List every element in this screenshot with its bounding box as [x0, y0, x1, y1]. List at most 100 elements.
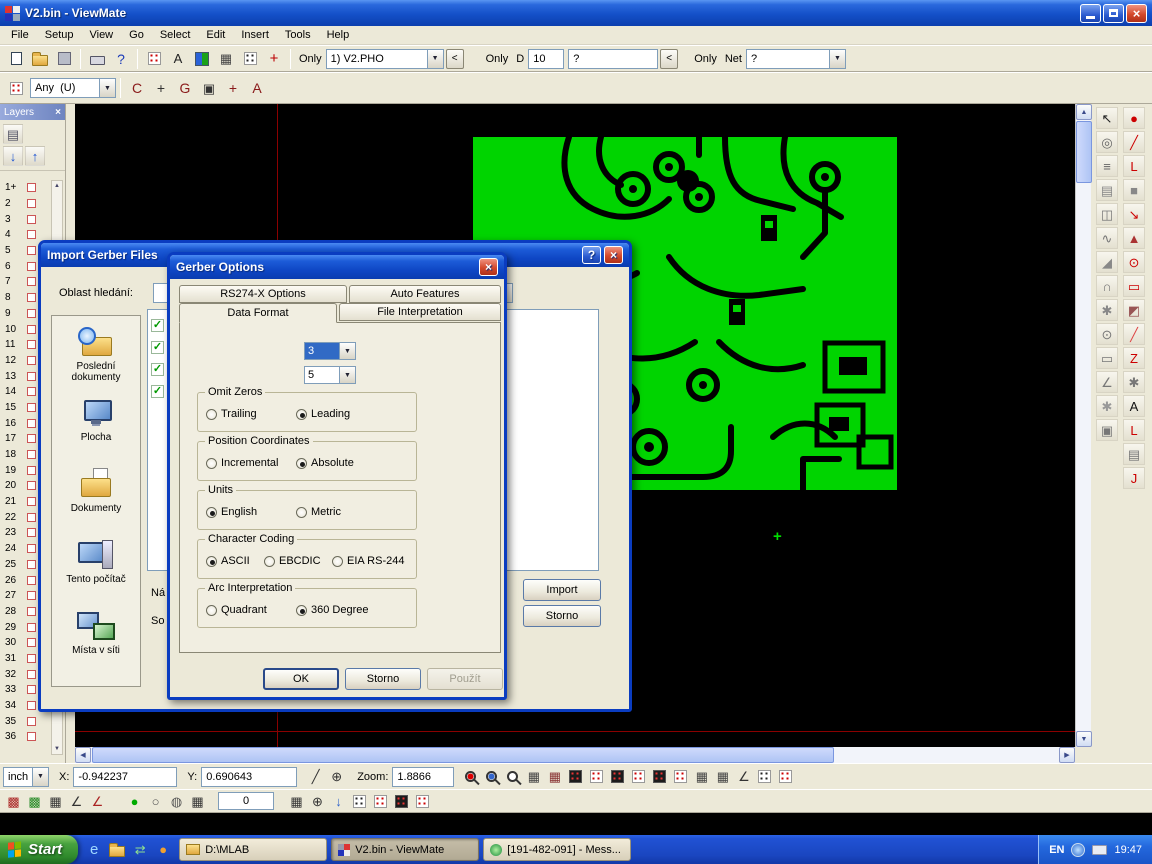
grid-a-icon[interactable]: ▦	[523, 766, 544, 787]
tab-auto-features[interactable]: Auto Features	[349, 285, 501, 303]
layer-checkbox[interactable]	[27, 654, 36, 663]
film-select-icon[interactable]	[4, 76, 28, 100]
grid-d-icon[interactable]: ▦	[712, 766, 733, 787]
layer-checkbox[interactable]	[27, 466, 36, 475]
l-shape-icon[interactable]: L	[1123, 419, 1145, 441]
layer-checkbox[interactable]	[27, 199, 36, 208]
film-pat1-icon[interactable]	[565, 766, 586, 787]
layer-checkbox[interactable]	[27, 717, 36, 726]
layer-checkbox[interactable]	[27, 215, 36, 224]
scroll-right-icon[interactable]: ▶	[1059, 747, 1075, 763]
menu-view[interactable]: View	[81, 27, 121, 43]
chevron-down-icon[interactable]: ▼	[829, 50, 845, 68]
close-button[interactable]: ×	[1126, 4, 1147, 23]
radio-label-ascii[interactable]: ASCII	[221, 555, 250, 567]
mirror-icon[interactable]: ▲	[1123, 227, 1145, 249]
layer-row-2[interactable]: 2	[0, 196, 52, 212]
a-select-icon[interactable]: A	[245, 76, 269, 100]
layer-checkbox[interactable]	[27, 277, 36, 286]
grid-c-icon[interactable]: ▦	[691, 766, 712, 787]
color-table-icon[interactable]: ▩	[3, 791, 24, 812]
only-dcode-label[interactable]: Only	[482, 53, 513, 65]
film-pat2-icon[interactable]	[586, 766, 607, 787]
thin-line-icon[interactable]: ╱	[1123, 323, 1145, 345]
y-coordinate-field[interactable]: 0.690643	[201, 767, 297, 787]
import-button[interactable]: Import	[523, 579, 601, 601]
save-icon[interactable]	[52, 47, 76, 71]
minimize-button[interactable]	[1080, 4, 1101, 23]
frame-icon[interactable]: ▭	[1123, 275, 1145, 297]
layer-row-36[interactable]: 36	[0, 729, 52, 745]
grid-snap-icon[interactable]: ▦	[214, 47, 238, 71]
sel-pat2-icon[interactable]	[370, 791, 391, 812]
taskbar-button-0[interactable]: D:\MLAB	[179, 838, 327, 861]
messenger-tray-icon[interactable]	[1071, 843, 1085, 857]
layer-checkbox[interactable]	[27, 513, 36, 522]
taskbar-button-1[interactable]: V2.bin - ViewMate	[331, 838, 479, 861]
radio-label-english[interactable]: English	[221, 506, 257, 518]
layer-checkbox[interactable]	[27, 293, 36, 302]
layer-checkbox[interactable]	[27, 325, 36, 334]
layer-checkbox[interactable]	[27, 246, 36, 255]
close-panel-icon[interactable]: ×	[55, 107, 61, 118]
add-corner-icon[interactable]: L	[1123, 155, 1145, 177]
gerber-dialog-titlebar[interactable]: Gerber Options ×	[170, 255, 504, 279]
chevron-down-icon[interactable]: ▼	[339, 343, 355, 359]
place-item-3[interactable]: Tento počítač	[52, 533, 140, 604]
scroll-up-icon[interactable]: ▲	[54, 181, 60, 191]
dcode-table-icon[interactable]	[142, 47, 166, 71]
target-tool-icon[interactable]: ⊙	[1096, 323, 1118, 345]
layer-row-1+[interactable]: 1+	[0, 180, 52, 196]
zoom-redraw-icon[interactable]	[460, 766, 481, 787]
vertical-scrollbar[interactable]: ▲ ▼	[1075, 104, 1091, 747]
radio-label-trailing[interactable]: Trailing	[221, 408, 257, 420]
radio-incremental[interactable]	[206, 458, 217, 469]
net-combo[interactable]: ? ▼	[746, 49, 846, 69]
layer-checkbox[interactable]	[27, 528, 36, 537]
taskbar-button-2[interactable]: [191-482-091] - Mess...	[483, 838, 631, 861]
radio-label-360-degree[interactable]: 360 Degree	[311, 604, 369, 616]
active-dcode-field[interactable]: 0	[218, 792, 274, 810]
layers-panel-header[interactable]: Layers ×	[0, 104, 65, 120]
film-pat6-icon[interactable]	[670, 766, 691, 787]
help-button[interactable]: ?	[582, 246, 601, 264]
half-square-icon[interactable]: ◩	[1123, 299, 1145, 321]
menu-help[interactable]: Help	[319, 27, 358, 43]
horizontal-scrollbar[interactable]: ◀ ▶	[75, 747, 1075, 763]
close-button[interactable]: ×	[479, 258, 498, 276]
units-combo[interactable]: inch ▼	[3, 767, 49, 787]
menu-go[interactable]: Go	[121, 27, 152, 43]
layer-checkbox[interactable]	[27, 591, 36, 600]
only-layer-label[interactable]: Only	[295, 53, 326, 65]
add-trace-icon[interactable]: ╱	[1123, 131, 1145, 153]
film-pat5-icon[interactable]	[649, 766, 670, 787]
measure-diagonal-icon[interactable]: ╱	[305, 766, 326, 787]
cancel-button[interactable]: Storno	[345, 668, 421, 690]
zoom-in-icon[interactable]	[481, 766, 502, 787]
move-layer-up-icon[interactable]: ↑	[25, 146, 45, 166]
net-grid-icon[interactable]: ▤	[1123, 443, 1145, 465]
draw-segment-icon[interactable]: ↘	[1123, 203, 1145, 225]
dcode-prev-button[interactable]: <	[660, 49, 678, 69]
rect-tool-icon[interactable]: ▭	[1096, 347, 1118, 369]
file-checkbox[interactable]: ✓	[151, 363, 164, 376]
menu-file[interactable]: File	[3, 27, 37, 43]
slope-icon[interactable]: ◢	[1096, 251, 1118, 273]
layer-row-3[interactable]: 3	[0, 211, 52, 227]
text-a-icon[interactable]: A	[1123, 395, 1145, 417]
layer-checkbox[interactable]	[27, 450, 36, 459]
crosshair-select-icon[interactable]: +	[221, 76, 245, 100]
highlight-net-icon[interactable]	[238, 47, 262, 71]
stamp-tool-icon[interactable]: ▣	[1096, 419, 1118, 441]
radio-ascii[interactable]	[206, 556, 217, 567]
probe-icon[interactable]: ○	[145, 791, 166, 812]
keyboard-tray-icon[interactable]	[1092, 845, 1107, 855]
layer-checkbox[interactable]	[27, 560, 36, 569]
tab-rs274x-options[interactable]: RS274-X Options	[179, 285, 347, 303]
apply-button[interactable]: Použít	[427, 668, 503, 690]
pad-select-icon[interactable]: ▣	[197, 76, 221, 100]
film-pat4-icon[interactable]	[628, 766, 649, 787]
wave-icon[interactable]: ∿	[1096, 227, 1118, 249]
layer-table-icon[interactable]: ▤	[3, 124, 23, 144]
angle-measure-icon[interactable]: ∠	[733, 766, 754, 787]
